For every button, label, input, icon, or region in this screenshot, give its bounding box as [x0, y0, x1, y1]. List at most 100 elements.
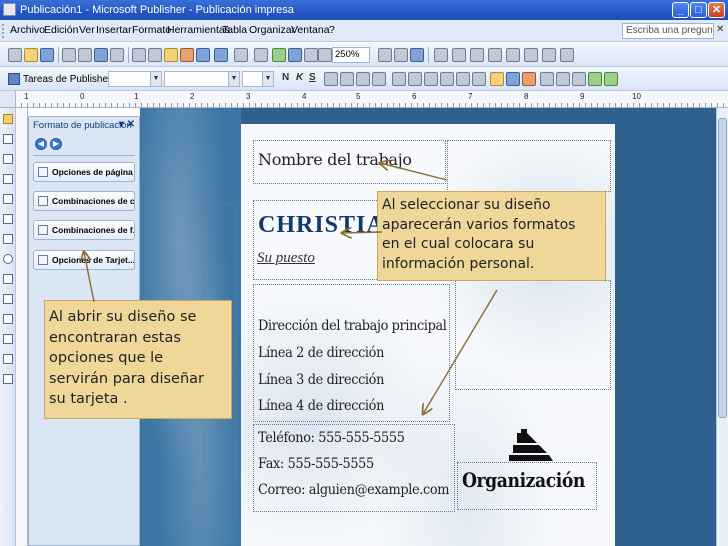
underline-button[interactable]: S [309, 72, 316, 83]
justify-icon[interactable] [372, 72, 386, 86]
minimize-button[interactable]: _ [672, 2, 689, 18]
color-schemes-button[interactable]: Combinaciones de c... [33, 191, 135, 211]
close-document-icon[interactable]: ✕ [716, 24, 724, 35]
table-tool-icon[interactable] [3, 154, 13, 164]
align-center-icon[interactable] [340, 72, 354, 86]
save-icon[interactable] [40, 48, 54, 62]
italic-button[interactable]: K [296, 72, 303, 83]
address-line-1[interactable]: Dirección del trabajo principal [258, 318, 447, 334]
3d-icon[interactable] [604, 72, 618, 86]
task-pane-close-icon[interactable]: ▾ ✕ [119, 119, 135, 130]
vertical-ruler[interactable] [16, 108, 28, 546]
design-gallery-tool-icon[interactable] [3, 354, 13, 364]
organization-text[interactable]: Organización [462, 468, 585, 492]
toolbar-extra-6-icon[interactable] [542, 48, 556, 62]
organization-logo-icon[interactable] [507, 429, 553, 463]
spelling-icon[interactable] [94, 48, 108, 62]
copy-icon[interactable] [148, 48, 162, 62]
arrow-tool-icon[interactable] [3, 234, 13, 244]
numbering-icon[interactable] [392, 72, 406, 86]
line-style-icon[interactable] [540, 72, 554, 86]
cut-icon[interactable] [132, 48, 146, 62]
toolbar-extra-2-icon[interactable] [470, 48, 484, 62]
toolbar-extra-1-icon[interactable] [452, 48, 466, 62]
vertical-scrollbar[interactable] [716, 108, 728, 546]
menu-ayuda[interactable]: ? [329, 24, 335, 36]
menu-archivo[interactable]: Archivo [10, 24, 45, 36]
select-tool-icon[interactable] [3, 114, 13, 124]
font-shrink-icon[interactable] [472, 72, 486, 86]
paste-icon[interactable] [164, 48, 178, 62]
rectangle-tool-icon[interactable] [3, 274, 13, 284]
format-painter-icon[interactable] [180, 48, 194, 62]
bullets-icon[interactable] [408, 72, 422, 86]
font-grow-icon[interactable] [456, 72, 470, 86]
redo-icon[interactable] [214, 48, 228, 62]
menu-ver[interactable]: Ver [79, 24, 95, 36]
decrease-indent-icon[interactable] [424, 72, 438, 86]
menu-formato[interactable]: Formato [132, 24, 171, 36]
menu-grip-icon[interactable] [2, 24, 5, 38]
job-title-text[interactable]: Nombre del trabajo [258, 150, 412, 169]
hot-spot-tool-icon[interactable] [3, 314, 13, 324]
text-box-tool-icon[interactable] [3, 134, 13, 144]
menu-herramientas[interactable]: Herramientas [167, 24, 230, 36]
font-select[interactable]: ▼ [164, 71, 240, 87]
font-size-select[interactable]: ▼ [242, 71, 274, 87]
insert-hyperlink-icon[interactable] [272, 48, 286, 62]
menu-organizar[interactable]: Organizar [249, 24, 295, 36]
publisher-tasks-button[interactable]: Tareas de Publisher [8, 71, 111, 87]
horizontal-ruler[interactable]: 1 0 1 2 3 4 5 6 7 8 9 10 [16, 91, 728, 108]
style-select[interactable]: ▼ [108, 71, 162, 87]
close-button[interactable]: ✕ [708, 2, 725, 18]
publisher-app-icon[interactable] [3, 3, 16, 16]
card-options-button[interactable]: Opciones de Tarjet... [33, 250, 135, 270]
page-options-button[interactable]: Opciones de página [33, 162, 135, 182]
send-backward-icon[interactable] [254, 48, 268, 62]
wordart-tool-icon[interactable] [3, 174, 13, 184]
bring-forward-icon[interactable] [234, 48, 248, 62]
address-line-3[interactable]: Línea 3 de dirección [258, 372, 384, 388]
help-search-input[interactable]: Escriba una pregunta [622, 23, 714, 39]
picture-tool-icon[interactable] [3, 194, 13, 204]
bold-button[interactable]: N [282, 72, 289, 83]
dash-style-icon[interactable] [556, 72, 570, 86]
fill-color-icon[interactable] [490, 72, 504, 86]
position-text[interactable]: Su puesto [257, 250, 315, 267]
right-middle-frame[interactable] [455, 280, 611, 390]
toolbar-extra-7-icon[interactable] [560, 48, 574, 62]
scrollbar-thumb[interactable] [718, 118, 727, 418]
font-schemes-button[interactable]: Combinaciones de f... [33, 220, 135, 240]
more-tools-icon[interactable] [3, 374, 13, 384]
pilcrow-icon[interactable] [318, 48, 332, 62]
toolbar-extra-3-icon[interactable] [488, 48, 502, 62]
address-line-4[interactable]: Línea 4 de dirección [258, 398, 384, 414]
maximize-button[interactable]: □ [690, 2, 707, 18]
line-tool-icon[interactable] [3, 214, 13, 224]
help-icon[interactable] [410, 48, 424, 62]
ruler-corner[interactable] [0, 91, 16, 108]
align-left-icon[interactable] [324, 72, 338, 86]
font-color-icon[interactable] [522, 72, 536, 86]
menu-tabla[interactable]: Tabla [222, 24, 247, 36]
top-right-frame[interactable] [447, 140, 611, 192]
increase-indent-icon[interactable] [440, 72, 454, 86]
menu-ventana[interactable]: Ventana [291, 24, 330, 36]
new-icon[interactable] [8, 48, 22, 62]
shadow-icon[interactable] [588, 72, 602, 86]
print-preview-icon[interactable] [78, 48, 92, 62]
oval-tool-icon[interactable] [3, 254, 13, 264]
toolbar-options-icon[interactable] [434, 48, 448, 62]
zoom-select[interactable]: 250% [332, 47, 370, 63]
address-line-2[interactable]: Línea 2 de dirección [258, 345, 384, 361]
back-icon[interactable]: ◀ [35, 138, 47, 150]
email-text[interactable]: Correo: alguien@example.com [258, 482, 449, 498]
arrow-style-icon[interactable] [572, 72, 586, 86]
open-icon[interactable] [24, 48, 38, 62]
toolbar-extra-4-icon[interactable] [506, 48, 520, 62]
autoshapes-tool-icon[interactable] [3, 294, 13, 304]
toolbar-extra-5-icon[interactable] [524, 48, 538, 62]
zoom-out-icon[interactable] [378, 48, 392, 62]
fax-text[interactable]: Fax: 555-555-5555 [258, 456, 374, 472]
phone-text[interactable]: Teléfono: 555-555-5555 [258, 430, 405, 446]
